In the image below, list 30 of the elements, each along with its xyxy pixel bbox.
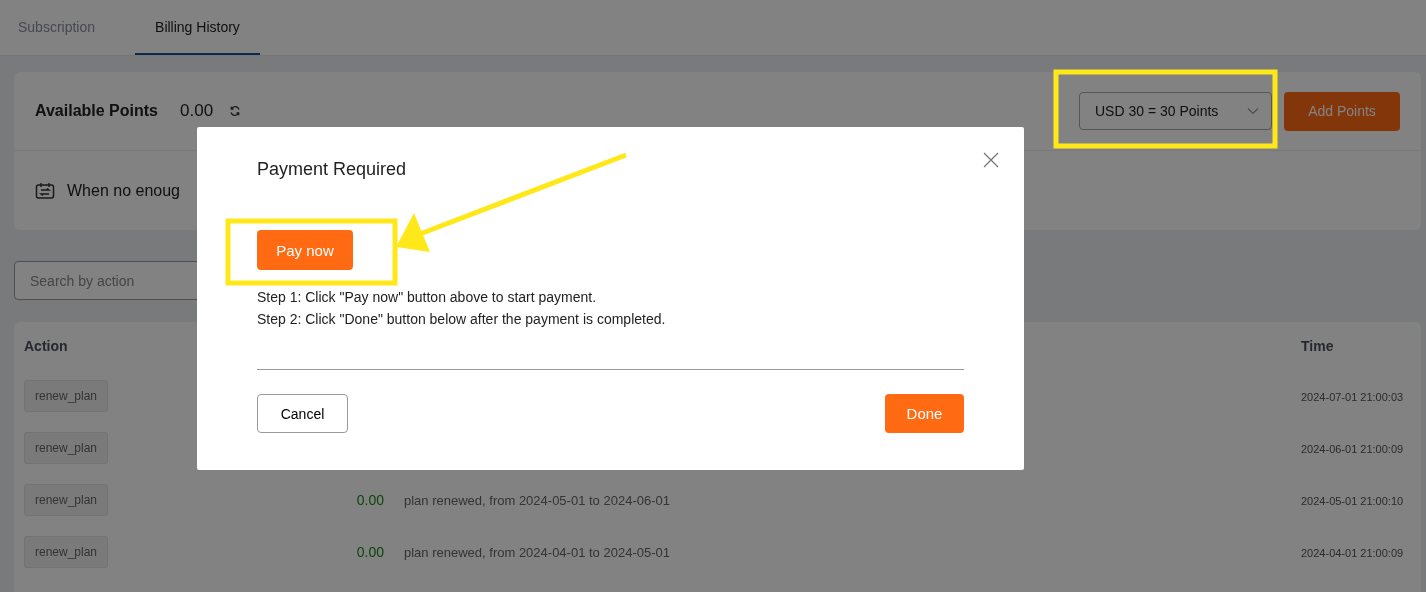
step-text: Step 2: Click "Done" button below after the payment is completed. xyxy=(257,310,667,329)
close-icon[interactable] xyxy=(983,152,999,168)
points-label: Available Points xyxy=(35,102,158,120)
dialog-title: Payment Required xyxy=(257,159,408,180)
calendar-repeat-icon xyxy=(35,181,55,200)
refresh-icon[interactable] xyxy=(229,105,242,117)
tab[interactable]: Billing History xyxy=(135,0,260,55)
notice-text: When no enoug xyxy=(67,181,180,200)
tab[interactable]: Subscription xyxy=(18,0,96,55)
cancel-button[interactable]: Cancel xyxy=(257,394,348,433)
column-header: Action xyxy=(24,338,69,354)
action-tag: renew_plan xyxy=(24,380,109,412)
time-cell: 2024-04-01 21:00:09 xyxy=(1301,547,1404,559)
time-cell: 2024-05-01 21:00:10 xyxy=(1301,495,1404,507)
add-points-button[interactable]: Add Points xyxy=(1284,91,1400,131)
amount-cell: 0.00 xyxy=(356,544,384,560)
amount-cell: 0.00 xyxy=(356,492,384,508)
action-tag: renew_plan xyxy=(24,432,109,464)
description-cell: plan renewed, from 2024-04-01 to 2024-05-01 xyxy=(404,544,670,560)
chevron-down-icon xyxy=(1247,107,1259,115)
description-cell: plan renewed, from 2024-05-01 to 2024-06-01 xyxy=(404,492,670,508)
package-select[interactable]: USD 30 = 30 Points xyxy=(1079,92,1272,130)
column-header: Time xyxy=(1301,338,1335,354)
action-tag: renew_plan xyxy=(24,536,109,568)
points-value: 0.00 xyxy=(180,101,214,121)
pay-now-button[interactable]: Pay now xyxy=(257,230,353,270)
done-button[interactable]: Done xyxy=(885,394,964,433)
action-tag: renew_plan xyxy=(24,484,109,516)
time-cell: 2024-07-01 21:00:03 xyxy=(1301,391,1404,403)
time-cell: 2024-06-01 21:00:09 xyxy=(1301,443,1404,455)
